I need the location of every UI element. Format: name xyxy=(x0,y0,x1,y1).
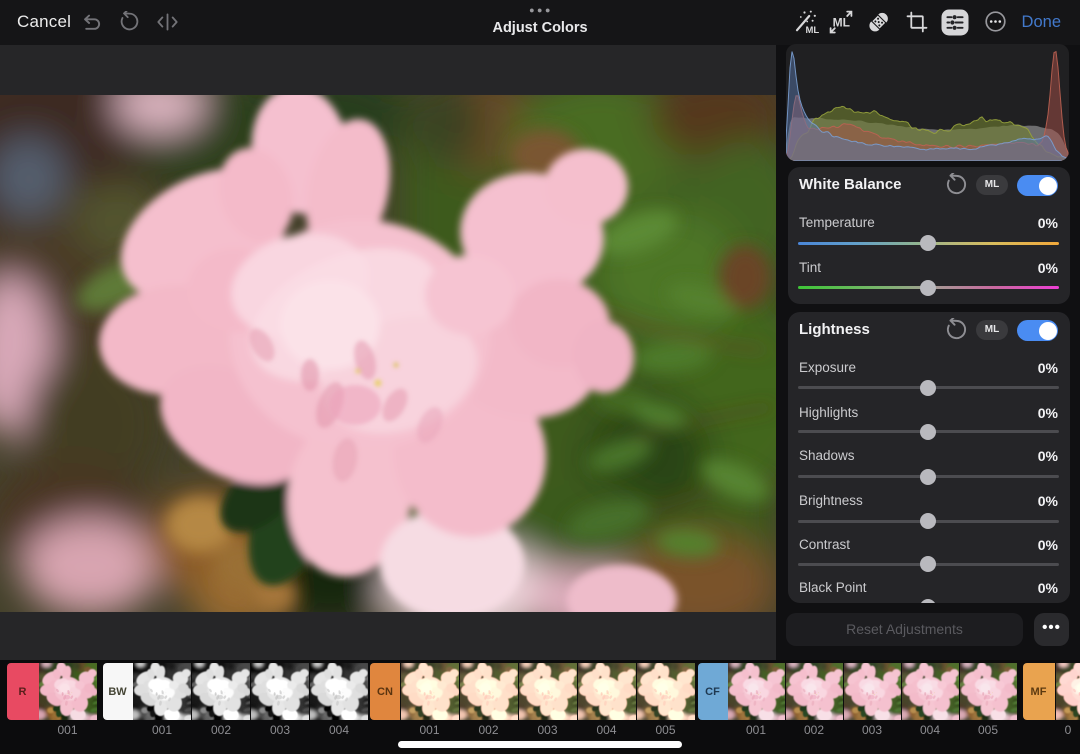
svg-text:ML: ML xyxy=(833,16,850,30)
svg-text:ML: ML xyxy=(806,25,820,35)
